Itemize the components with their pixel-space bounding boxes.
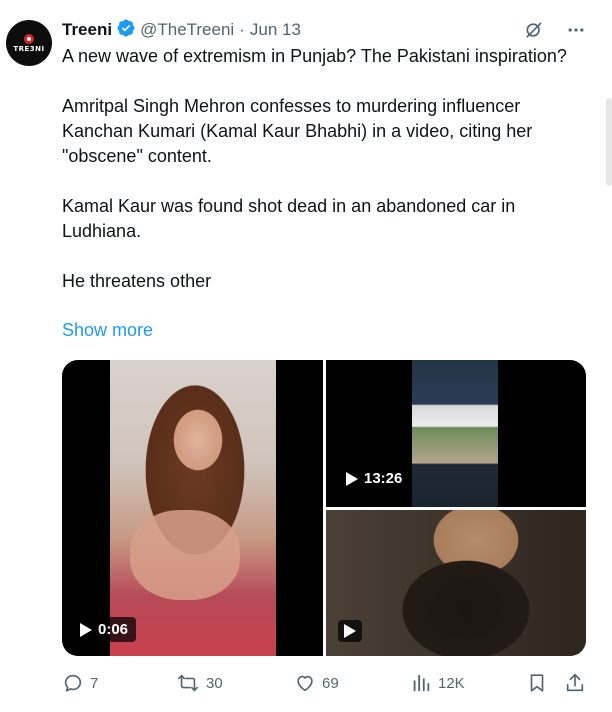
avatar-logo-text: TRE3NI: [13, 44, 45, 53]
verified-badge-icon: [112, 18, 140, 43]
reply-count: 7: [90, 674, 99, 692]
more-icon[interactable]: [566, 20, 586, 40]
tweet-paragraph: Kamal Kaur was found shot dead in an aba…: [62, 196, 516, 241]
author-name[interactable]: Treeni: [62, 20, 112, 40]
tweet-header: Treeni @TheTreeni · Jun 13: [62, 18, 301, 42]
like-button[interactable]: 69: [294, 672, 339, 694]
tweet-actions: 7 30 69 12K: [62, 672, 586, 698]
bookmark-button[interactable]: [526, 672, 548, 694]
tweet-paragraph: A new wave of extremism in Punjab? The P…: [62, 46, 567, 66]
avatar-logo-dot: [24, 33, 34, 44]
video-frame: [110, 360, 276, 656]
video-duration-badge: 13:26: [338, 466, 411, 491]
repost-icon: [178, 674, 198, 692]
like-count: 69: [322, 674, 339, 692]
views-icon: [413, 674, 430, 692]
play-icon: [344, 624, 356, 638]
video-thumbnail-2[interactable]: 13:26: [326, 360, 586, 507]
play-icon: [346, 471, 358, 486]
avatar[interactable]: TRE3NI: [6, 20, 52, 66]
share-button[interactable]: [564, 672, 586, 694]
tweet-text: A new wave of extremism in Punjab? The P…: [62, 44, 582, 294]
repost-count: 30: [206, 674, 223, 692]
play-icon: [80, 622, 92, 637]
scrollbar[interactable]: [606, 98, 612, 186]
like-icon: [297, 675, 313, 692]
tweet-paragraph: Amritpal Singh Mehron confesses to murde…: [62, 96, 533, 166]
reply-icon: [64, 674, 82, 692]
tweet-paragraph: He threatens other: [62, 271, 212, 291]
video-play-badge: [338, 620, 362, 642]
share-icon: [566, 673, 584, 692]
views-button[interactable]: 12K: [410, 672, 465, 694]
video-duration-badge: 0:06: [72, 617, 137, 642]
video-duration: 0:06: [98, 621, 129, 638]
header-separator: ·: [239, 20, 245, 39]
video-frame: [412, 360, 498, 507]
video-duration: 13:26: [364, 470, 403, 487]
video-thumbnail-1[interactable]: 0:06: [62, 360, 323, 656]
grok-icon[interactable]: [524, 20, 544, 40]
tweet-date[interactable]: Jun 13: [250, 20, 301, 40]
video-thumbnail-3[interactable]: [326, 510, 586, 656]
bookmark-icon: [530, 674, 544, 692]
author-handle[interactable]: @TheTreeni: [140, 20, 234, 40]
views-count: 12K: [438, 674, 465, 692]
repost-button[interactable]: 30: [176, 672, 223, 694]
media-grid: 0:06 13:26: [62, 360, 586, 656]
show-more-link[interactable]: Show more: [62, 320, 153, 341]
reply-button[interactable]: 7: [62, 672, 98, 694]
video-frame: [326, 510, 586, 656]
tweet[interactable]: TRE3NI Treeni @TheTreeni · Jun 13 A new …: [0, 0, 612, 712]
tweet-top-actions: [524, 20, 586, 40]
